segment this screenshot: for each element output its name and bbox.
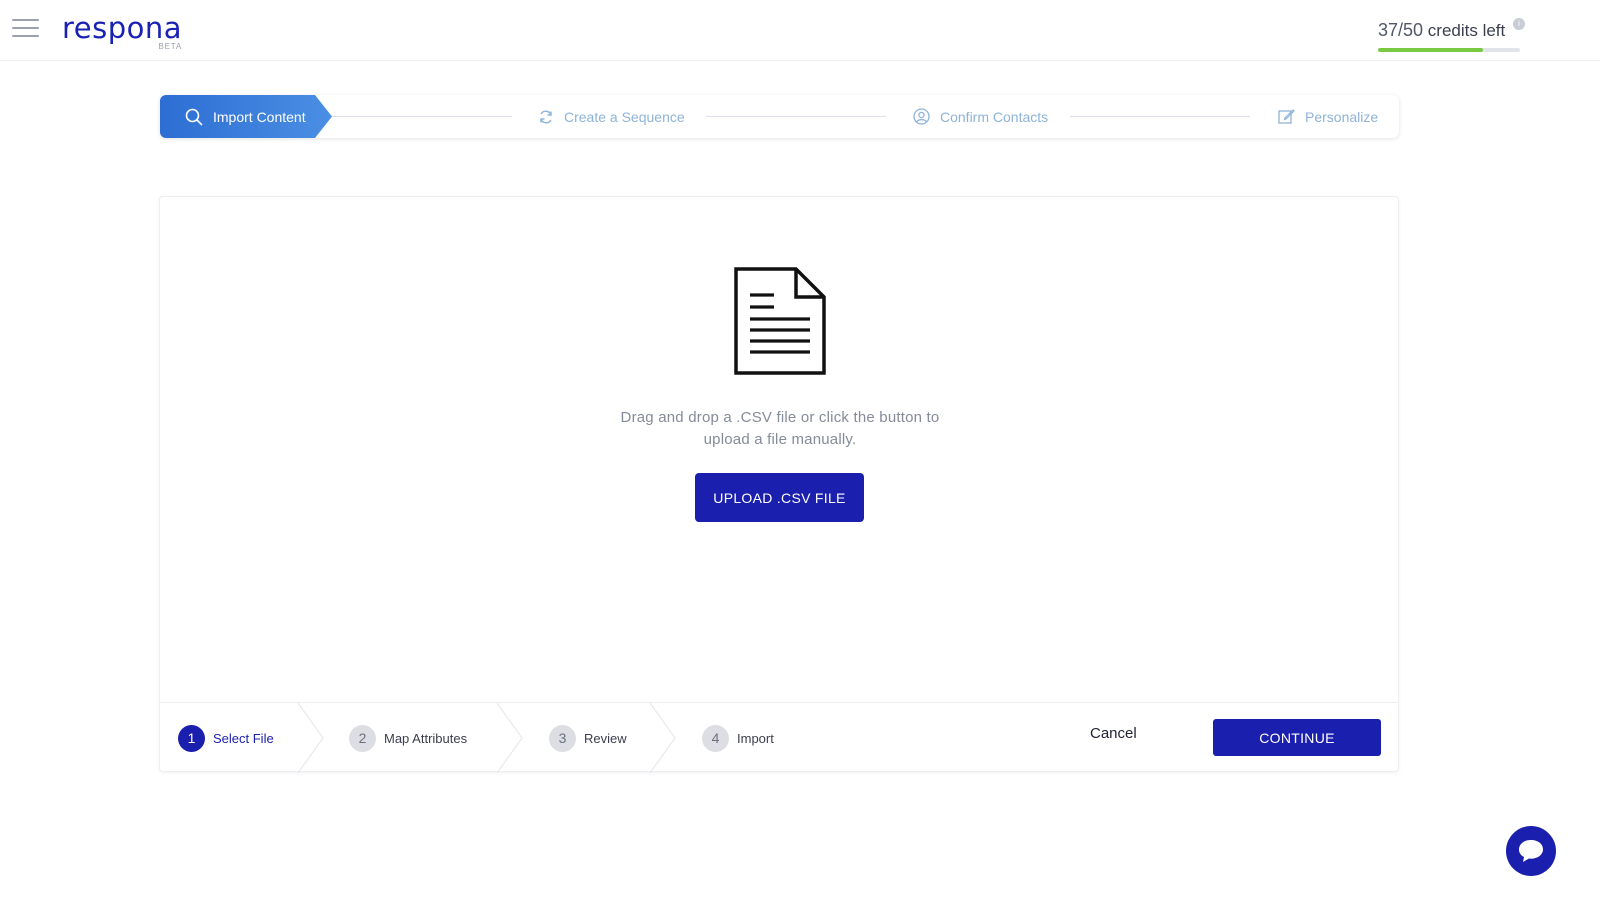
step-number: 1 [178,724,205,752]
wizard-step-confirm-contacts[interactable]: Confirm Contacts [913,95,1048,138]
chat-bubble-icon [1519,840,1543,862]
edit-icon [1278,109,1295,124]
wizard-stepper: Import Content Create a Sequence Confirm… [160,95,1399,138]
credits-indicator: 37/50 credits left i [1378,18,1528,52]
step-chevron [497,703,523,773]
step-number: 3 [549,724,576,752]
logo-text: respona [62,11,183,45]
wizard-step-create-sequence[interactable]: Create a Sequence [538,95,685,138]
continue-button[interactable]: CONTINUE [1213,719,1381,756]
import-steps-footer: 1 Select File 2 Map Attributes 3 Review … [160,702,1398,773]
top-header: respona BETA 37/50 credits left i [0,0,1600,61]
step-label: Import [737,730,774,746]
step-label: Map Attributes [384,730,468,746]
wizard-step-label: Create a Sequence [564,108,685,125]
import-step-map-attributes[interactable]: 2 Map Attributes [349,703,467,773]
wizard-step-label: Confirm Contacts [940,108,1049,125]
user-circle-icon [913,108,930,125]
import-step-review[interactable]: 3 Review [549,703,627,773]
wizard-step-import-content[interactable]: Import Content [160,95,332,138]
beta-badge: BETA [158,42,183,51]
upload-instruction: Drag and drop a .CSV file or click the b… [620,409,940,448]
step-label: Select File [213,730,274,746]
document-icon [734,267,826,375]
step-number: 2 [349,724,376,752]
credits-progress-fill [1378,48,1484,52]
step-connector [332,116,512,117]
chat-launcher-button[interactable] [1506,826,1556,876]
refresh-icon [540,110,552,123]
upload-csv-button[interactable]: UPLOAD .CSV FILE [695,473,864,522]
wizard-step-label: Import Content [213,108,306,125]
import-step-select-file[interactable]: 1 Select File [178,703,274,773]
credits-count: 37/50 [1378,20,1424,40]
wizard-step-personalize[interactable]: Personalize [1278,95,1378,138]
step-chevron [298,703,324,773]
credits-progress-bar [1378,48,1520,52]
step-number: 4 [702,724,729,752]
upload-card[interactable]: Drag and drop a .CSV file or click the b… [159,196,1399,773]
wizard-step-label: Personalize [1305,108,1379,125]
search-icon [185,108,203,125]
step-connector [706,116,886,117]
menu-icon[interactable] [12,19,39,39]
step-label: Review [584,730,627,746]
step-connector [1070,116,1250,117]
step-chevron [650,703,676,773]
respona-logo[interactable]: respona BETA [62,12,182,52]
cancel-button[interactable]: Cancel [1090,725,1137,742]
credits-label: credits left [1427,21,1506,40]
info-icon[interactable]: i [1513,18,1525,30]
import-step-import[interactable]: 4 Import [702,703,774,773]
